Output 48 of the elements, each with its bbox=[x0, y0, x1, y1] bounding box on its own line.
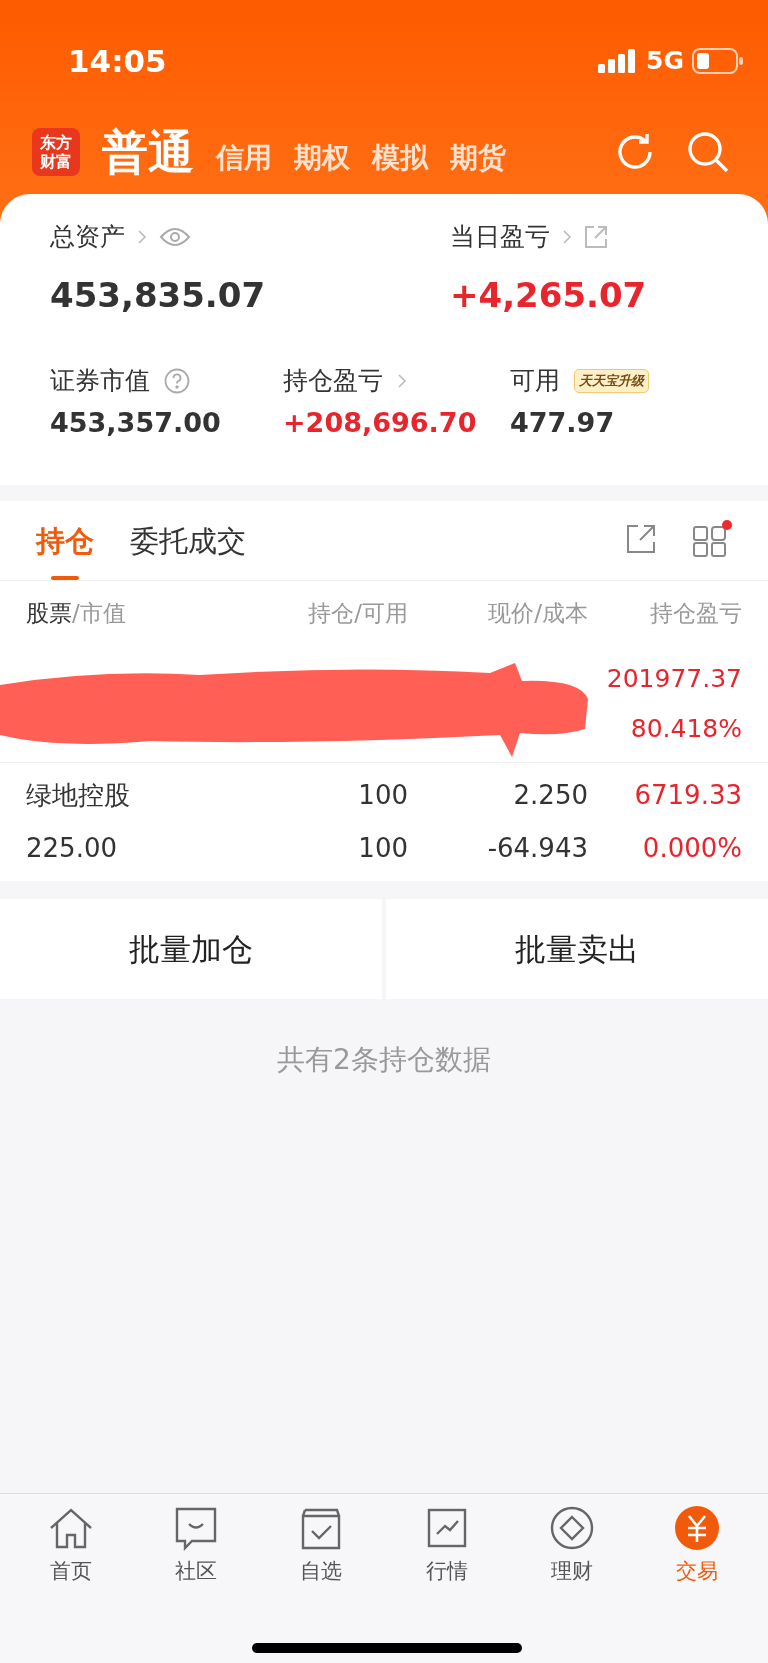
summary-value: 477.97 bbox=[510, 406, 616, 440]
summary-label: 可用 bbox=[510, 365, 560, 398]
batch-action-button[interactable]: 批量卖出 bbox=[386, 899, 768, 999]
search-icon[interactable] bbox=[686, 130, 730, 174]
current-price: 2.250 bbox=[512, 779, 588, 812]
summary-label: 证券市值 bbox=[50, 365, 150, 398]
position-tab[interactable]: 委托成交 bbox=[130, 504, 246, 580]
column-header: 股票/市值 bbox=[26, 598, 127, 628]
pnl-percent: 80.418% bbox=[630, 712, 742, 745]
market-value: 225.00 bbox=[26, 832, 118, 865]
summary-value: +4,265.07 bbox=[450, 274, 647, 317]
pnl-percent: 0.000% bbox=[641, 832, 742, 865]
app-logo: 东方 财富 bbox=[32, 128, 80, 176]
yuan-icon bbox=[673, 1504, 722, 1552]
chevron-icon bbox=[562, 229, 572, 245]
status-time: 14:05 bbox=[68, 41, 167, 81]
summary-value: +208,696.70 bbox=[283, 406, 478, 440]
nav-tab[interactable]: 自选 bbox=[271, 1504, 372, 1588]
stock-name[interactable]: 绿地控股 bbox=[26, 776, 256, 815]
summary-value: 453,357.00 bbox=[50, 406, 222, 440]
batch-action-button[interactable]: 批量加仓 bbox=[0, 899, 382, 999]
nav-tab[interactable]: 行情 bbox=[396, 1504, 497, 1588]
summary-label: 总资产 bbox=[50, 221, 125, 254]
chevron-icon bbox=[137, 229, 147, 245]
nav-tab[interactable]: 理财 bbox=[521, 1504, 622, 1588]
share-icon[interactable] bbox=[626, 524, 656, 554]
position-count-note: 共有2条持仓数据 bbox=[276, 1042, 492, 1078]
available-quantity: 100 bbox=[357, 832, 408, 865]
upgrade-badge[interactable]: 天天宝升级 bbox=[574, 369, 649, 393]
summary-label: 当日盈亏 bbox=[450, 221, 550, 254]
help-icon[interactable] bbox=[164, 368, 190, 394]
column-header: 持仓盈亏 bbox=[649, 598, 742, 628]
pnl-value: 201977.37 bbox=[606, 663, 742, 695]
nav-tab[interactable]: 首页 bbox=[20, 1504, 121, 1588]
column-header: 持仓/可用 bbox=[307, 598, 408, 628]
share-icon[interactable] bbox=[584, 225, 608, 249]
battery-icon bbox=[692, 48, 744, 74]
pnl-value: 6719.33 bbox=[633, 779, 742, 812]
grid-icon[interactable] bbox=[692, 520, 732, 558]
nav-tab[interactable]: 社区 bbox=[146, 1504, 246, 1588]
cost-price: -64.943 bbox=[486, 832, 588, 865]
network-label: 5G bbox=[646, 45, 684, 78]
summary-value: 453,835.07 bbox=[50, 274, 267, 317]
chevron-icon bbox=[397, 373, 407, 389]
position-quantity: 100 bbox=[357, 779, 408, 812]
summary-label: 持仓盈亏 bbox=[283, 365, 383, 398]
eye-icon[interactable] bbox=[159, 226, 191, 248]
column-header: 现价/成本 bbox=[487, 598, 588, 628]
